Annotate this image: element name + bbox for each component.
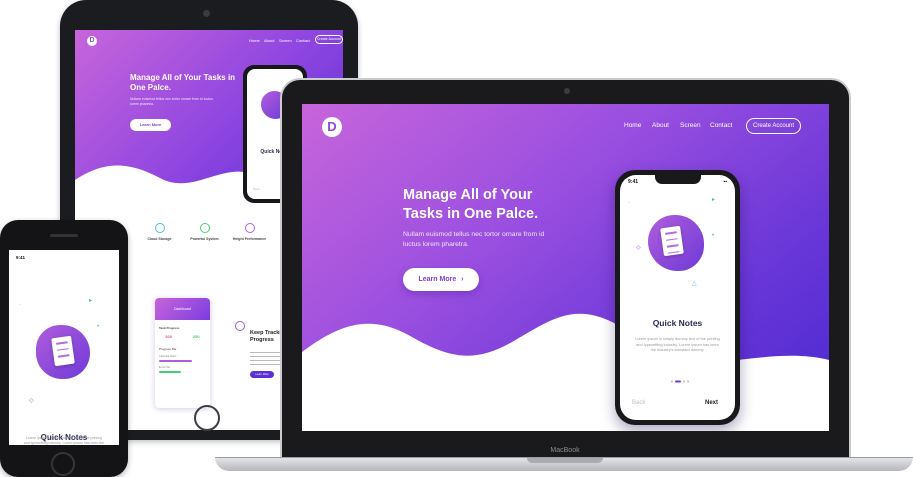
notes-card-icon [51,335,75,367]
sparkle-icon: ▸ [712,197,716,203]
hero-title: Manage All of Your Tasks in One Palce. [403,187,539,222]
feature-label: Cloud Storage [147,237,172,241]
phone-notch [655,175,701,184]
cloud-icon [154,223,165,233]
chevron-right-icon: › [461,276,464,283]
tablet-camera [203,10,210,17]
dashboard-progress-bar [159,360,192,362]
feature-label: Powerful System [190,237,219,241]
small-phone-device: 9:41 ▸ • · ◇ Quick Notes Lorem Ipsum is … [0,220,128,477]
dashboard-value: 520 [165,334,173,339]
device-mockup-scene: D Home About Screen Contact Create Accou… [0,0,913,477]
keep-tracking-button-label: Learn More [255,373,269,376]
dashboard-header: Dashboard [155,298,210,320]
sparkle-icon: ◇ [29,398,34,404]
sparkle-icon: · [19,302,21,308]
macbook-camera [564,88,570,94]
create-account-button[interactable]: Create Account [746,118,801,134]
sparkle-icon: ◇ [636,245,641,251]
nav-about[interactable]: About [652,122,669,129]
sparkle-icon: △ [692,281,697,287]
dashboard-subsection: Progress Bar [159,347,177,351]
phone-home-button[interactable] [51,452,75,476]
page-indicator[interactable] [670,370,690,383]
feature-description [137,243,182,246]
dashboard-progress-bar [159,371,181,373]
performance-icon [244,223,255,233]
feature-cloud-storage: Cloud Storage [137,223,182,246]
macbook-lid: D Home About Screen Contact Create Accou… [280,78,851,460]
phone-description: Lorem Ipsum is simply dummy text of the … [635,336,720,352]
tablet-hero-text: Nullam euismod tellus nec tortor ornare … [130,97,213,106]
macbook-base [215,457,913,471]
tablet-learn-more-button[interactable]: Learn More [130,119,171,131]
notes-card-icon [660,225,684,257]
sparkle-icon: • [712,233,715,239]
system-icon [199,223,210,233]
phone-speaker [50,234,78,237]
dashboard-value: 250 [192,334,200,339]
nav-home[interactable]: Home [624,122,641,129]
sparkle-icon: ▸ [89,298,93,304]
tablet-phone-back[interactable]: Back [253,187,260,191]
tablet-home-button[interactable] [194,405,220,431]
hero-text: Nullam euismod tellus nec tortor ornare … [403,231,545,248]
nav-contact[interactable]: Contact [710,122,732,129]
sparkle-icon: · [628,200,630,206]
learn-more-label: Learn More [418,276,457,283]
dashboard-section: Task Progress [159,326,180,330]
feature-powerful-system: Powerful System [182,223,227,241]
hero-wave [302,313,829,431]
notes-blob-icon [36,325,90,379]
dashboard-row: Calendar Ratio [159,355,177,358]
tablet-nav-screen[interactable]: Screen [279,38,292,43]
phone-title: Quick Notes [652,318,703,328]
next-button[interactable]: Next [705,400,718,406]
phone-mockup: 9:41 ▪▪ · ▸ ◇ • △ Quick Notes Lorem Ipsu… [615,170,740,425]
back-button[interactable]: Back [632,400,645,406]
phone-mockup-screen: 9:41 ▪▪ · ▸ ◇ • △ Quick Notes Lorem Ipsu… [620,175,735,420]
tablet-nav-home[interactable]: Home [249,38,260,43]
status-time: 9:41 [16,255,26,260]
small-phone-screen: 9:41 ▸ • · ◇ Quick Notes [9,250,119,445]
tablet-hero-title: Manage All of Your Tasks in One Palce. [130,73,236,92]
tablet-nav-about[interactable]: About [264,38,274,43]
feature-label: Height Performance [232,237,267,241]
dashboard-row: Email Set [159,366,171,369]
small-phone-description: Lorem Ipsum is simply dummy text of the … [23,436,105,445]
progress-circle-icon [235,321,245,331]
status-icons: ▪▪ [723,179,727,185]
macbook-brand-label: MacBook [550,447,580,454]
sparkle-icon: • [97,324,100,330]
learn-more-button[interactable]: Learn More › [403,268,479,291]
keep-tracking-button[interactable]: Learn More [250,371,274,378]
nav-screen[interactable]: Screen [680,122,701,129]
logo[interactable]: D [322,117,342,137]
page-dots [670,380,690,383]
macbook-screen: D Home About Screen Contact Create Accou… [302,104,829,431]
tablet-logo[interactable]: D [87,36,97,46]
notes-blob-icon [648,215,704,271]
dashboard-title: Dashboard [173,307,192,311]
feature-height-performance: Height Performance [227,223,272,241]
dashboard-preview: Dashboard Task Progress 520 250 Progress… [155,298,210,408]
macbook-opening-notch [527,458,603,463]
tablet-create-account-button[interactable]: Create Account [315,35,343,44]
status-time: 9:41 [628,179,639,185]
tablet-nav-contact[interactable]: Contact [296,38,310,43]
